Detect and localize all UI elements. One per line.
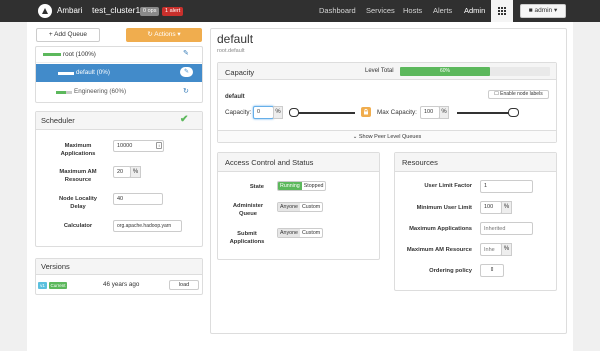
maximum-applications-input[interactable] (480, 222, 533, 235)
user-icon: ■ (528, 7, 533, 14)
user-limit-factor-label: User Limit Factor (424, 183, 472, 189)
node-locality-delay-input[interactable]: 40 (113, 193, 163, 205)
queue-label-default: default (0%) (76, 69, 110, 76)
capacity-title: Capacity (225, 68, 255, 77)
maximum-applications-label: Maximum Applications (409, 226, 472, 232)
enable-node-labels-button[interactable]: ☐ Enable node labels (488, 90, 549, 99)
ambari-logo-icon[interactable] (38, 4, 52, 18)
max-capacity-label: Max Capacity: (377, 109, 417, 116)
submit-applications-label: Submit Applications (229, 231, 265, 245)
nav-services[interactable]: Services (366, 6, 395, 15)
calculator-label: Calculator (63, 223, 93, 229)
state-running-option[interactable]: Running (278, 182, 302, 190)
submit-custom-option[interactable]: Custom (300, 229, 322, 237)
queue-label-engineering: Engineering (60%) (74, 88, 127, 95)
queue-path: root.default (217, 48, 245, 54)
nav-hosts[interactable]: Hosts (403, 6, 422, 15)
percent-addon: % (130, 166, 141, 178)
user-limit-factor-input[interactable]: 1 (480, 180, 533, 193)
edit-pencil-icon[interactable]: ✎ (180, 67, 193, 77)
resources-title: Resources (395, 153, 556, 172)
select-arrows-icon: ⇕ (489, 267, 495, 273)
version-tag: v1 (38, 282, 47, 289)
ordering-policy-select[interactable]: ⇕ (480, 264, 504, 277)
access-control-title: Access Control and Status (218, 153, 379, 172)
nav-dashboard[interactable]: Dashboard (319, 6, 356, 15)
max-applications-label: Maximum Applications (60, 143, 96, 157)
queue-capacity-bar (56, 91, 66, 94)
max-am-resource-label: Maximum AM Resource (59, 169, 97, 183)
views-grid-icon[interactable] (491, 0, 513, 22)
maximum-am-resource-percent-addon: % (501, 243, 512, 256)
administer-queue-toggle[interactable]: Anyone Custom (277, 202, 324, 212)
brand-name[interactable]: Ambari (57, 6, 82, 15)
administer-anyone-option[interactable]: Anyone (278, 203, 300, 211)
capacity-slider-track (295, 112, 355, 114)
scheduler-title: Scheduler (36, 112, 202, 130)
edit-pencil-icon[interactable]: ✎ (183, 49, 189, 57)
queue-label-root: root (100%) (63, 51, 96, 58)
checkmark-icon[interactable]: ✔ (180, 114, 188, 125)
capacity-input[interactable]: 0 (253, 106, 274, 119)
minimum-user-limit-input[interactable]: 100 (480, 201, 502, 214)
max-capacity-percent-addon: % (439, 106, 449, 119)
maximum-am-resource-input[interactable] (480, 243, 502, 256)
level-total-label: Level Total (365, 68, 394, 74)
administer-queue-label: Administer Queue (232, 203, 264, 217)
node-locality-delay-label: Node Locality Delay (58, 196, 97, 210)
ordering-policy-label: Ordering policy (429, 268, 472, 274)
capacity-queue-name: default (225, 94, 245, 100)
state-toggle[interactable]: Running Stopped (277, 181, 327, 191)
ops-badge[interactable]: 0 ops (140, 7, 160, 16)
caret-down-icon: ▾ (177, 31, 181, 38)
max-capacity-slider-track (457, 112, 514, 114)
queue-capacity-bar (58, 72, 74, 75)
versions-title: Versions (36, 259, 202, 275)
load-version-button[interactable]: load (169, 280, 199, 290)
capacity-percent-addon: % (273, 106, 283, 119)
level-total-fill: 60% (400, 67, 490, 76)
calculator-select[interactable]: org.apache.hadoop.yarn (113, 220, 182, 232)
refresh-icon[interactable]: ↻ (183, 87, 189, 95)
administer-custom-option[interactable]: Custom (300, 203, 322, 211)
show-peer-queues-link[interactable]: ⌄ Show Peer Level Queues (218, 130, 556, 142)
capacity-slider-handle[interactable] (289, 108, 299, 117)
chevron-down-icon: ⌄ (352, 134, 358, 140)
checkbox-icon: ☐ (494, 91, 499, 97)
queue-title: default (217, 32, 254, 46)
minimum-user-limit-percent-addon: % (501, 201, 512, 214)
user-menu-button[interactable]: ■ admin ▾ (520, 4, 566, 18)
caret-down-icon: ▾ (554, 7, 558, 14)
minimum-user-limit-label: Minimum User Limit (416, 205, 472, 211)
maximum-am-resource-label: Maximum AM Resource (406, 247, 472, 253)
refresh-icon: ↻ (147, 31, 153, 38)
capacity-label: Capacity: (225, 109, 252, 116)
max-capacity-input[interactable]: 100 (420, 106, 440, 119)
spinner-icon[interactable]: ↕ (156, 142, 162, 149)
max-am-resource-input[interactable]: 20 (113, 166, 131, 178)
alert-badge[interactable]: 1 alert (162, 7, 184, 16)
current-version-badge: Current (49, 282, 67, 289)
actions-button[interactable]: ↻ Actions ▾ (126, 28, 202, 42)
submit-applications-toggle[interactable]: Anyone Custom (277, 228, 324, 238)
max-capacity-slider-handle[interactable] (508, 108, 519, 117)
queue-capacity-bar (43, 53, 61, 56)
nav-alerts[interactable]: Alerts (433, 6, 452, 15)
add-queue-button[interactable]: + Add Queue (36, 28, 100, 42)
state-stopped-option[interactable]: Stopped (302, 182, 326, 190)
version-age: 46 years ago (103, 281, 140, 288)
lock-icon[interactable] (361, 107, 371, 117)
submit-anyone-option[interactable]: Anyone (278, 229, 300, 237)
state-label: State (249, 184, 264, 190)
nav-admin[interactable]: Admin (464, 6, 485, 15)
cluster-name[interactable]: test_cluster1 (92, 5, 140, 15)
